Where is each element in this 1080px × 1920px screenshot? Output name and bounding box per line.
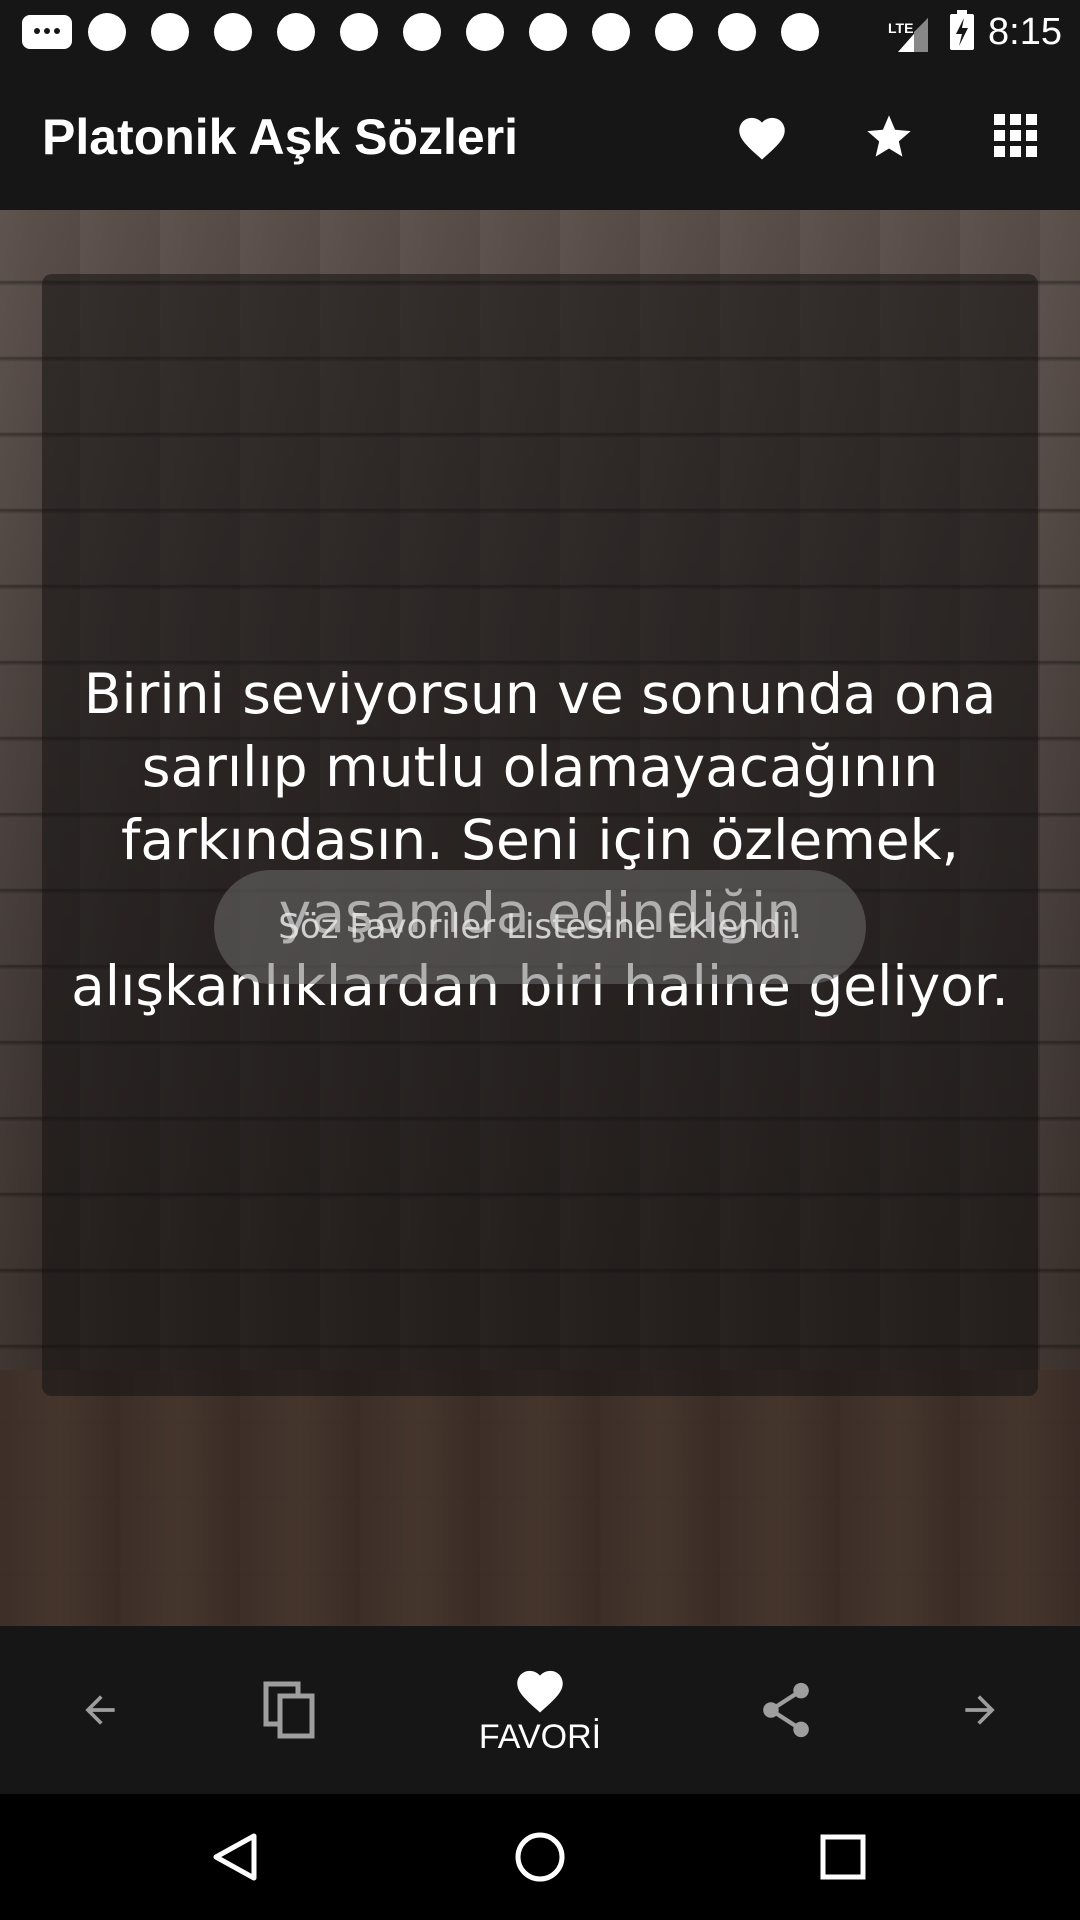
- arrow-right-icon: [965, 1695, 995, 1725]
- copy-button[interactable]: [250, 1626, 330, 1794]
- system-nav-bar: [0, 1794, 1080, 1920]
- favorites-heart-icon[interactable]: [730, 104, 794, 168]
- favorite-label: FAVORİ: [478, 1717, 602, 1756]
- message-notification-icon: [22, 15, 72, 49]
- nav-home-button[interactable]: [505, 1822, 575, 1892]
- notification-dot-icon: [214, 13, 252, 51]
- nav-recents-button[interactable]: [808, 1822, 878, 1892]
- bottom-action-bar: FAVORİ: [0, 1626, 1080, 1794]
- app-title: Platonik Aşk Sözleri: [42, 109, 519, 165]
- share-button[interactable]: [746, 1626, 826, 1794]
- star-icon[interactable]: [857, 104, 921, 168]
- app-bar: Platonik Aşk Sözleri: [0, 64, 1080, 210]
- notification-dot-icon: [277, 13, 315, 51]
- heart-icon: [517, 1670, 563, 1713]
- share-icon: [763, 1682, 809, 1738]
- notification-dot-icon: [529, 13, 567, 51]
- notification-dot-icon: [151, 13, 189, 51]
- previous-button[interactable]: [60, 1626, 140, 1794]
- notification-dot-icon: [718, 13, 756, 51]
- back-triangle-icon: [213, 1833, 257, 1881]
- nav-back-button[interactable]: [200, 1822, 270, 1892]
- notification-dot-icon: [655, 13, 693, 51]
- grid-menu-icon[interactable]: [984, 104, 1048, 168]
- notification-dot-icon: [781, 13, 819, 51]
- status-time: 8:15: [988, 10, 1062, 53]
- recents-square-icon: [820, 1834, 866, 1880]
- status-indicators: LTE 8:15: [888, 6, 1062, 58]
- favorite-button[interactable]: FAVORİ: [460, 1626, 620, 1794]
- notification-dot-icon: [403, 13, 441, 51]
- status-bar: LTE 8:15: [0, 0, 1080, 64]
- notification-dot-icon: [466, 13, 504, 51]
- toast-message: Söz Favoriler Listesine Eklendi.: [278, 907, 802, 947]
- signal-icon: LTE: [888, 12, 929, 52]
- notification-dot-icon: [88, 13, 126, 51]
- content-area: Birini seviyorsun ve sonunda ona sarılıp…: [0, 210, 1080, 1626]
- battery-charging-icon: [950, 9, 975, 55]
- notification-icons: [22, 12, 844, 52]
- copy-icon: [263, 1681, 315, 1739]
- wood-floor-background: [0, 1370, 1080, 1626]
- notification-dot-icon: [340, 13, 378, 51]
- arrow-left-icon: [85, 1695, 115, 1725]
- next-button[interactable]: [940, 1626, 1020, 1794]
- toast: Söz Favoriler Listesine Eklendi.: [214, 870, 866, 984]
- home-circle-icon: [515, 1832, 565, 1882]
- notification-dot-icon: [592, 13, 630, 51]
